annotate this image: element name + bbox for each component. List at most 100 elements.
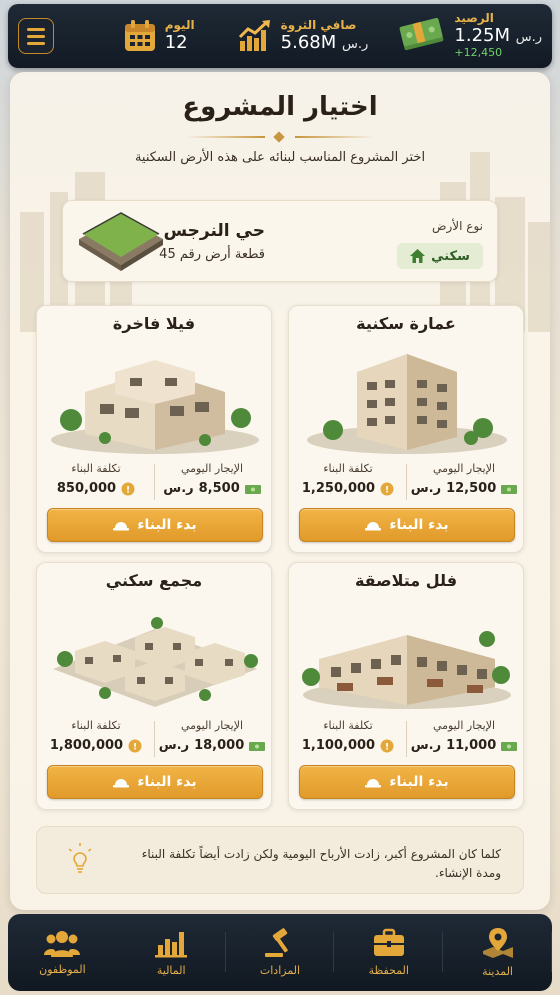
- daily-rent-currency: ر.س: [158, 738, 190, 753]
- daily-rent-value: 12,500: [446, 481, 497, 496]
- nav-portfolio[interactable]: المحفظة: [334, 914, 443, 991]
- project-card-residential-building[interactable]: عمارة سكنية الإيجار اليومي ر.س 12,500 تك…: [288, 305, 524, 553]
- daily-rent-value: 11,000: [446, 738, 497, 753]
- day-label: اليوم: [164, 17, 195, 32]
- net-worth-currency: ر.س: [342, 36, 369, 52]
- start-build-label: بدء البناء: [137, 517, 197, 533]
- home-icon: [410, 249, 426, 263]
- build-cost-value: 1,800,000: [49, 738, 124, 753]
- page-title: اختيار المشروع: [182, 92, 378, 122]
- cash-icon: [501, 741, 518, 751]
- land-type-label: نوع الأرض: [432, 219, 483, 233]
- project-name: فيلا فاخرة: [112, 314, 196, 333]
- balance: الرصيد 1.25M ر.س +12,450: [376, 12, 542, 59]
- start-build-label: بدء البناء: [389, 517, 449, 533]
- land-type-value: سكني: [431, 248, 470, 264]
- build-cost-label: تكلفة البناء: [71, 719, 121, 732]
- nav-portfolio-label: المحفظة: [368, 964, 409, 977]
- cash-icon: [501, 484, 518, 494]
- start-build-button[interactable]: بدء البناء: [47, 508, 263, 542]
- build-cost-label: تكلفة البناء: [323, 719, 373, 732]
- land-type-badge: سكني: [397, 243, 483, 269]
- svg-text:!: !: [133, 742, 137, 752]
- hard-hat-icon: [113, 779, 130, 788]
- townhouses-image: [302, 631, 511, 709]
- coin-icon: !: [128, 739, 142, 752]
- start-build-button[interactable]: بدء البناء: [299, 765, 515, 799]
- nav-employees-label: الموظفون: [39, 963, 86, 976]
- hamburger-menu-icon[interactable]: [18, 18, 54, 54]
- svg-text:!: !: [126, 485, 130, 495]
- growth-chart-icon: [238, 19, 270, 51]
- land-info-card: نوع الأرض سكني حي النرجس قطعة أرض رقم 45: [62, 200, 498, 282]
- svg-text:!: !: [385, 485, 389, 495]
- project-card-luxury-villa[interactable]: فيلا فاخرة الإيجار اليومي ر.س 8,500 تكلف…: [36, 305, 272, 553]
- build-cost-value: 1,250,000: [301, 481, 376, 496]
- lightbulb-icon: [68, 843, 92, 873]
- daily-rent-currency: ر.س: [410, 481, 442, 496]
- page-subtitle: اختر المشروع المناسب لبنائه على هذه الأر…: [134, 150, 426, 165]
- daily-rent-value: 8,500: [198, 481, 240, 496]
- coin-icon: !: [380, 482, 394, 495]
- nav-finance[interactable]: المالية: [117, 914, 226, 991]
- hint-box: كلما كان المشروع أكبر، زادت الأرباح اليو…: [36, 826, 524, 894]
- money-stack-icon: [400, 18, 444, 51]
- briefcase-icon: [373, 928, 404, 956]
- daily-rent-label: الإيجار اليومي: [180, 462, 244, 475]
- hard-hat-icon: [365, 779, 382, 788]
- nav-auctions-label: المزادات: [259, 964, 301, 977]
- daily-rent-currency: ر.س: [410, 738, 442, 753]
- build-cost-label: تكلفة البناء: [323, 462, 373, 475]
- balance-currency: ر.س: [515, 30, 543, 46]
- coin-icon: !: [380, 739, 394, 752]
- hint-text: كلما كان المشروع أكبر، زادت الأرباح اليو…: [141, 847, 501, 881]
- luxury-villa-image: [51, 360, 259, 454]
- net-worth: صافي الثروة 5.68M ر.س: [203, 17, 369, 53]
- cash-icon: [249, 741, 266, 751]
- build-cost-value: 850,000: [56, 481, 117, 496]
- nav-city[interactable]: المدينة: [443, 914, 552, 991]
- land-name: حي النرجس: [163, 221, 265, 241]
- land-plot-number: قطعة أرض رقم 45: [159, 247, 265, 262]
- residential-building-image: [307, 354, 507, 454]
- start-build-label: بدء البناء: [389, 774, 449, 790]
- start-build-button[interactable]: بدء البناء: [299, 508, 515, 542]
- bottom-navigation: الموظفون المالية المزادات المحفظة المدين…: [8, 914, 552, 991]
- net-worth-label: صافي الثروة: [280, 17, 357, 32]
- project-name: مجمع سكني: [105, 571, 203, 590]
- balance-delta: +12,450: [454, 45, 503, 59]
- hard-hat-icon: [113, 522, 130, 531]
- project-name: فلل متلاصقة: [354, 571, 458, 590]
- nav-auctions[interactable]: المزادات: [226, 914, 335, 991]
- daily-rent-label: الإيجار اليومي: [432, 719, 496, 732]
- residential-compound-image: [53, 617, 258, 707]
- build-cost-value: 1,100,000: [301, 738, 376, 753]
- balance-value: 1.25M: [454, 25, 510, 47]
- project-card-townhouses[interactable]: فلل متلاصقة الإيجار اليومي ر.س 11,000 تك…: [288, 562, 524, 810]
- nav-finance-label: المالية: [156, 964, 186, 977]
- nav-city-label: المدينة: [482, 965, 513, 978]
- top-status-bar: اليوم 12 صافي الثروة 5.68M ر.س الرصيد 1.…: [8, 4, 552, 68]
- start-build-button[interactable]: بدء البناء: [47, 765, 263, 799]
- build-cost-label: تكلفة البناء: [71, 462, 121, 475]
- nav-employees[interactable]: الموظفون: [8, 914, 117, 991]
- hard-hat-icon: [365, 522, 382, 531]
- map-pin-icon: [482, 928, 513, 958]
- net-worth-value: 5.68M: [280, 31, 337, 53]
- cash-icon: [244, 484, 261, 494]
- day-counter: اليوم 12: [62, 17, 195, 53]
- project-name: عمارة سكنية: [356, 314, 456, 333]
- gavel-icon: [265, 928, 288, 957]
- day-value: 12: [164, 31, 188, 53]
- daily-rent-value: 18,000: [194, 738, 245, 753]
- calendar-icon: [124, 19, 155, 51]
- start-build-label: بدء البناء: [137, 774, 197, 790]
- daily-rent-label: الإيجار اليومي: [432, 462, 496, 475]
- coin-icon: !: [121, 482, 135, 495]
- title-divider: [185, 131, 375, 143]
- project-card-residential-compound[interactable]: مجمع سكني الإيجار اليومي ر.س 18,000 تكلف…: [36, 562, 272, 810]
- land-plot-image: [79, 212, 163, 271]
- svg-text:!: !: [385, 742, 389, 752]
- balance-label: الرصيد: [454, 11, 494, 26]
- daily-rent-currency: ر.س: [163, 481, 194, 496]
